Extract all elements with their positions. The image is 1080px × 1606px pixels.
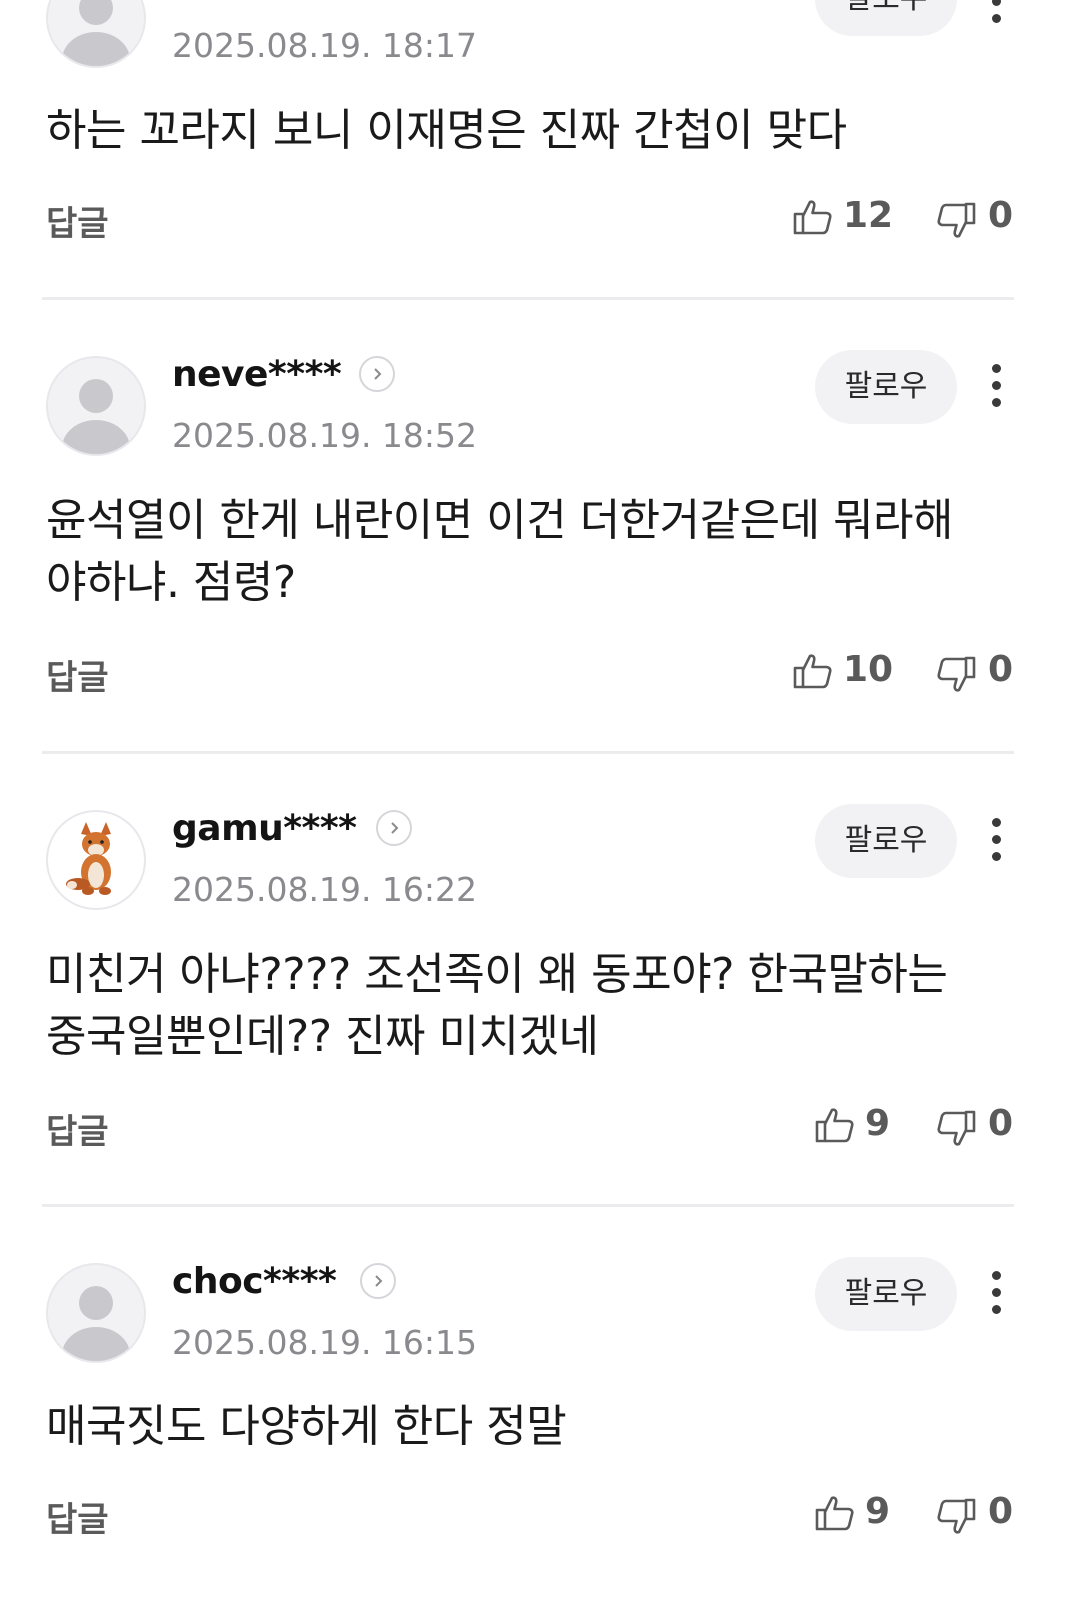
dislike-count: 0: [988, 1491, 1014, 1532]
comment-text: 미친거 아냐???? 조선족이 왜 동포야? 한국말하는 중국일뿐인데?? 진짜…: [46, 949, 948, 1062]
dislike-button[interactable]: 0: [936, 1103, 1016, 1149]
chevron-right-icon: [375, 1275, 383, 1287]
default-user-icon: [62, 1286, 130, 1361]
more-options-button[interactable]: [980, 0, 1014, 32]
like-button[interactable]: 9: [815, 1491, 895, 1537]
avatar[interactable]: [46, 810, 146, 910]
thumbs-down-icon: [937, 202, 976, 238]
more-dot-icon: [992, 0, 1001, 6]
more-options-button[interactable]: [980, 356, 1014, 416]
like-button[interactable]: 12: [793, 195, 893, 241]
thumbs-up-icon: [793, 654, 832, 689]
like-count: 9: [865, 1103, 891, 1144]
profile-link-button[interactable]: [360, 1263, 396, 1299]
comment-text: 매국짓도 다양하게 한다 정말: [46, 1401, 567, 1452]
reply-button[interactable]: 답글: [46, 1104, 109, 1153]
thumbs-down-icon: [937, 1110, 976, 1146]
like-button[interactable]: 10: [793, 649, 893, 695]
comment-divider: [42, 297, 1014, 300]
comment-timestamp: 2025.08.19. 16:22: [172, 870, 478, 909]
dislike-button[interactable]: 0: [936, 195, 1016, 241]
comment-divider: [42, 1204, 1014, 1207]
more-dot-icon: [992, 1288, 1001, 1297]
follow-button[interactable]: 팔로우: [815, 0, 957, 36]
like-count: 10: [843, 649, 894, 690]
avatar[interactable]: [46, 356, 146, 456]
more-dot-icon: [992, 364, 1001, 373]
like-count: 9: [865, 1491, 891, 1532]
more-dot-icon: [992, 1305, 1001, 1314]
dislike-count: 0: [988, 195, 1014, 236]
username[interactable]: gamu****: [172, 808, 357, 849]
dislike-count: 0: [988, 649, 1014, 690]
profile-link-button[interactable]: [376, 810, 412, 846]
profile-link-button[interactable]: [359, 356, 395, 392]
follow-button[interactable]: 팔로우: [815, 804, 957, 878]
comment-text: 윤석열이 한게 내란이면 이건 더한거같은데 뭐라해야하냐. 점령?: [46, 495, 954, 608]
comment-timestamp: 2025.08.19. 18:52: [172, 416, 478, 455]
fox-plush-icon: [66, 822, 111, 895]
thumbs-up-icon: [815, 1496, 854, 1531]
more-dot-icon: [992, 14, 1001, 23]
comment-timestamp: 2025.08.19. 18:17: [172, 26, 478, 65]
more-dot-icon: [992, 818, 1001, 827]
more-dot-icon: [992, 835, 1001, 844]
dislike-button[interactable]: 0: [936, 649, 1016, 695]
comment-text: 하는 꼬라지 보니 이재명은 진짜 간첩이 맞다: [46, 105, 847, 156]
avatar[interactable]: [46, 1263, 146, 1363]
dislike-button[interactable]: 0: [936, 1491, 1016, 1537]
dislike-count: 0: [988, 1103, 1014, 1144]
avatar[interactable]: [46, 0, 146, 68]
more-dot-icon: [992, 1271, 1001, 1280]
thumbs-down-icon: [937, 1498, 976, 1534]
default-user-icon: [62, 0, 130, 66]
follow-button[interactable]: 팔로우: [815, 1257, 957, 1331]
username[interactable]: choc****: [172, 1261, 337, 1302]
reply-button[interactable]: 답글: [46, 650, 109, 699]
comment-divider: [42, 751, 1014, 754]
more-dot-icon: [992, 398, 1001, 407]
thumbs-up-icon: [815, 1108, 854, 1143]
more-dot-icon: [992, 381, 1001, 390]
chevron-right-icon: [391, 822, 399, 834]
username[interactable]: neve****: [172, 354, 342, 395]
comment-timestamp: 2025.08.19. 16:15: [172, 1323, 478, 1362]
thumbs-down-icon: [937, 656, 976, 692]
chevron-right-icon: [374, 368, 382, 380]
more-options-button[interactable]: [980, 1263, 1014, 1323]
more-options-button[interactable]: [980, 810, 1014, 870]
reply-button[interactable]: 답글: [46, 196, 109, 245]
more-dot-icon: [992, 852, 1001, 861]
like-button[interactable]: 9: [815, 1103, 895, 1149]
thumbs-up-icon: [793, 200, 832, 235]
default-user-icon: [62, 379, 130, 454]
like-count: 12: [843, 195, 894, 236]
follow-button[interactable]: 팔로우: [815, 350, 957, 424]
reply-button[interactable]: 답글: [46, 1492, 109, 1541]
